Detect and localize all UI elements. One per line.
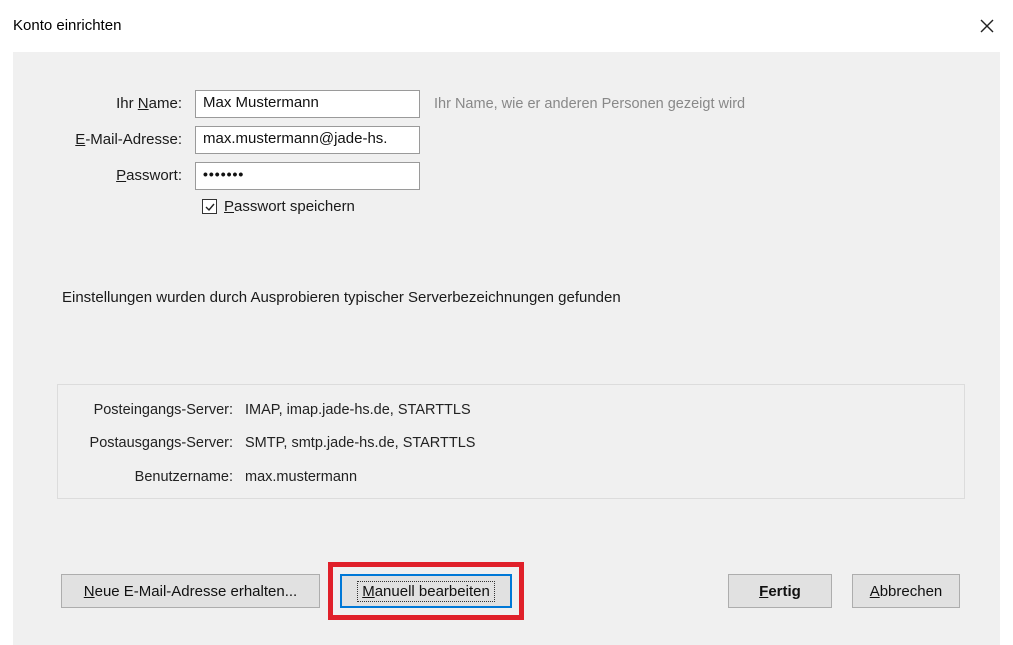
window-edge-right <box>1000 52 1013 645</box>
incoming-server-value: IMAP, imap.jade-hs.de, STARTTLS <box>245 402 471 418</box>
username-value: max.mustermann <box>245 469 358 485</box>
password-label: Passwort: <box>116 167 182 184</box>
window-edge-left <box>0 52 13 645</box>
username-label: Benutzername: <box>134 469 233 485</box>
save-password-row[interactable]: Passwort speichern <box>202 198 355 215</box>
cancel-button[interactable]: Abbrechen <box>852 574 960 608</box>
title-bar: Konto einrichten <box>0 0 1013 52</box>
name-input[interactable]: Max Mustermann <box>195 90 420 118</box>
checkmark-icon <box>205 203 215 211</box>
password-input[interactable]: ••••••• <box>195 162 420 190</box>
email-label: E-Mail-Adresse: <box>75 131 182 148</box>
save-password-label: Passwort speichern <box>224 198 355 215</box>
close-icon <box>980 19 994 33</box>
name-hint: Ihr Name, wie er anderen Personen gezeig… <box>434 96 746 112</box>
done-button[interactable]: Fertig <box>728 574 832 608</box>
new-email-address-button[interactable]: Neue E-Mail-Adresse erhalten... <box>61 574 320 608</box>
email-input[interactable]: max.mustermann@jade-hs. <box>195 126 420 154</box>
name-label: Ihr Name: <box>116 95 182 112</box>
outgoing-server-label: Postausgangs-Server: <box>89 435 233 451</box>
save-password-checkbox[interactable] <box>202 199 217 214</box>
server-settings-panel: Posteingangs-Server: IMAP, imap.jade-hs.… <box>57 384 965 499</box>
incoming-server-label: Posteingangs-Server: <box>93 402 233 418</box>
outgoing-server-value: SMTP, smtp.jade-hs.de, STARTTLS <box>245 435 476 451</box>
close-button[interactable] <box>971 10 1003 42</box>
manual-edit-button[interactable]: Manuell bearbeiten <box>340 574 512 608</box>
account-setup-dialog: Konto einrichten Ihr Name: Max Musterman… <box>0 0 1013 645</box>
detection-status-text: Einstellungen wurden durch Ausprobieren … <box>62 289 621 306</box>
dialog-title: Konto einrichten <box>13 17 122 34</box>
